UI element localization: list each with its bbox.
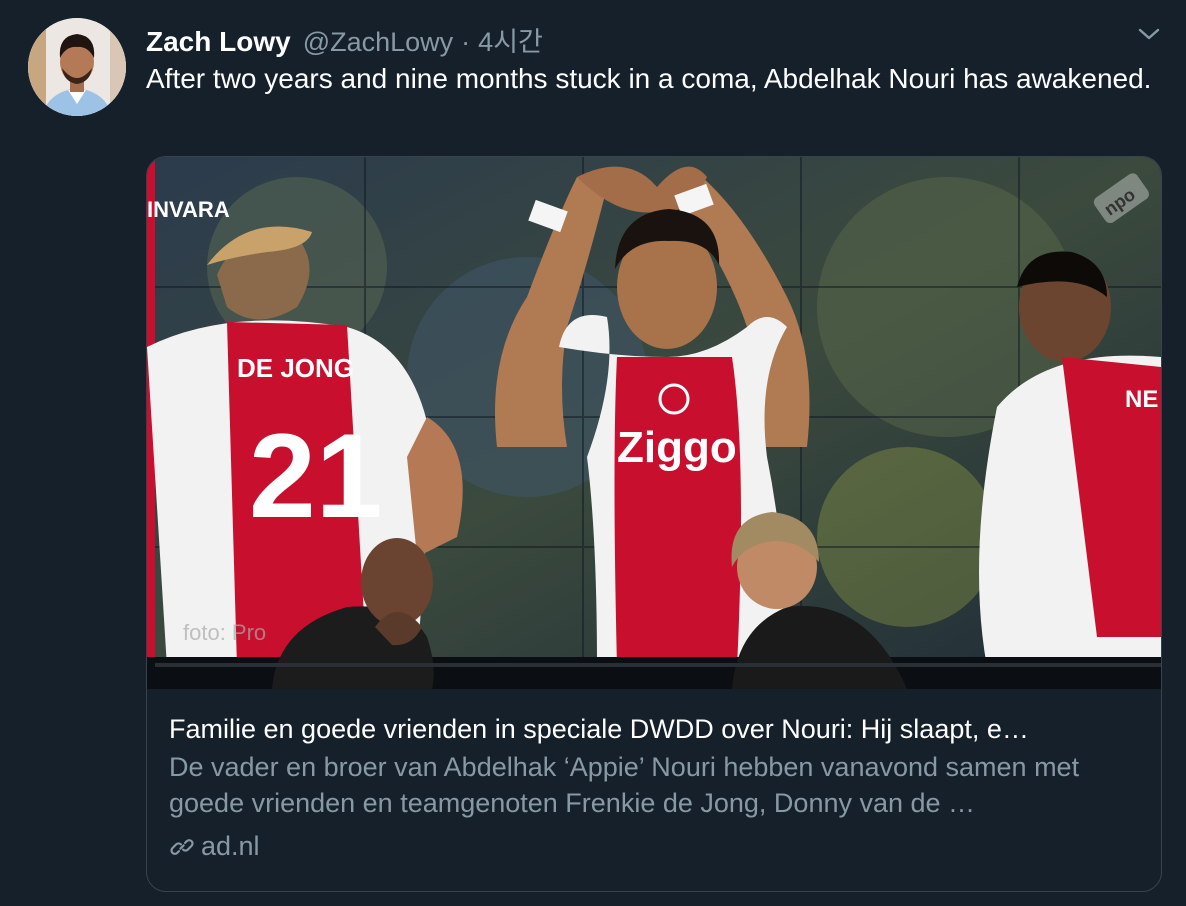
author-name[interactable]: Zach Lowy [146, 26, 291, 58]
overlay-label: INVARA [147, 197, 230, 222]
author-handle[interactable]: @ZachLowy [303, 27, 453, 58]
avatar-image [28, 18, 126, 116]
card-description: De vader en broer van Abdelhak ‘Appie’ N… [169, 752, 1080, 818]
card-body: Familie en goede vrienden in speciale DW… [169, 711, 1144, 862]
separator-dot: · [461, 27, 471, 57]
card-domain[interactable]: ad.nl [201, 831, 260, 862]
link-icon [169, 834, 195, 860]
jersey-number: 21 [249, 409, 382, 543]
tweet-header: Zach Lowy @ZachLowy · 4시간 [146, 20, 543, 59]
author-avatar[interactable] [28, 18, 126, 116]
tweet-timestamp[interactable]: 4시간 [478, 20, 543, 59]
card-image: DE JONG 21 Ziggo NE INVARA foto: Pro npo [147, 157, 1161, 689]
tweet-text: After two years and nine months stuck in… [146, 63, 1152, 94]
link-card[interactable]: DE JONG 21 Ziggo NE INVARA foto: Pro npo… [146, 156, 1162, 892]
jersey-sponsor: Ziggo [617, 423, 737, 472]
jersey-name: DE JONG [237, 353, 354, 383]
svg-text:NE: NE [1125, 386, 1158, 413]
card-domain-row: ad.nl [169, 831, 1144, 862]
chevron-down-icon[interactable] [1134, 22, 1164, 46]
photo-credit: foto: Pro [183, 620, 266, 645]
card-title[interactable]: Familie en goede vrienden in speciale DW… [169, 711, 1144, 747]
tweet[interactable]: Zach Lowy @ZachLowy · 4시간 After two year… [0, 0, 1186, 906]
